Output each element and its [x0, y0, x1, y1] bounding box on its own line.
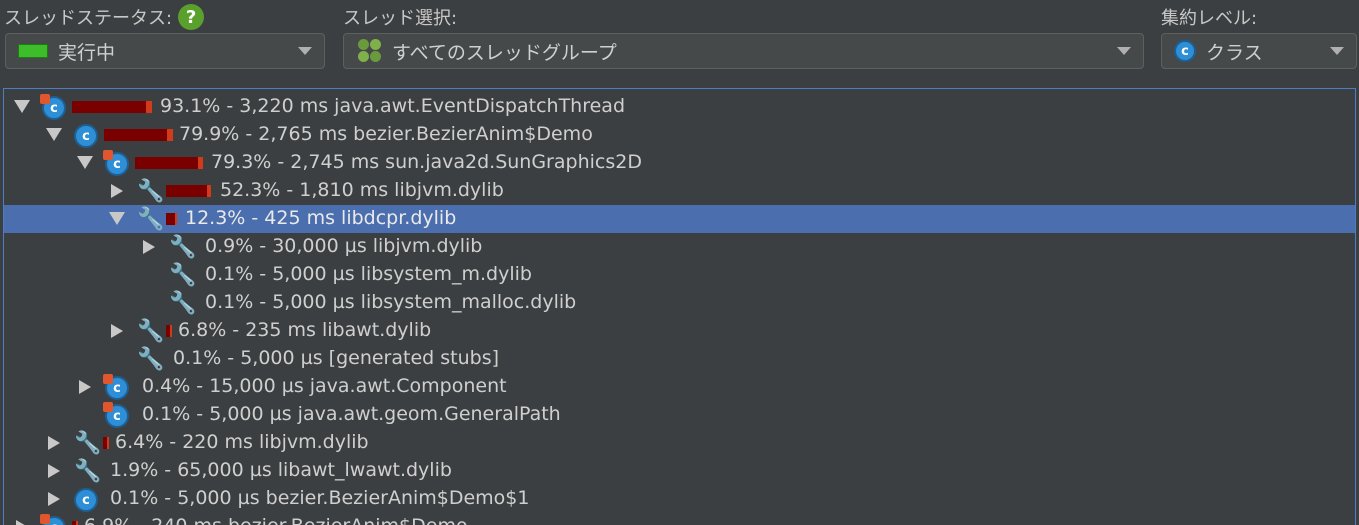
aggregation-level-label: 集約レベル:: [1161, 4, 1257, 30]
percent-bar: [166, 185, 211, 197]
thread-group-dropdown[interactable]: すべてのスレッドグループ: [343, 33, 1144, 69]
thread-status-dropdown[interactable]: 実行中: [5, 33, 325, 69]
thread-status-value: 実行中: [58, 41, 116, 64]
percent-bar: [166, 325, 172, 337]
class-icon: c: [103, 374, 129, 400]
thread-group-value: すべてのスレッドグループ: [392, 41, 617, 64]
node-label: 6.9% - 240 ms bezier.BezierAnim$Demo: [84, 515, 468, 525]
expand-toggle-icon[interactable]: [16, 520, 28, 525]
tree-node[interactable]: 🔧 0.1% - 5,000 µs libsystem_malloc.dylib: [4, 289, 1355, 317]
wrench-icon: 🔧: [169, 263, 197, 288]
node-label: 6.4% - 220 ms libjvm.dylib: [115, 431, 369, 453]
class-icon: c: [74, 124, 98, 148]
node-label: 79.3% - 2,745 ms sun.java2d.SunGraphics2…: [211, 151, 642, 173]
call-tree[interactable]: c 93.1% - 3,220 ms java.awt.EventDispatc…: [3, 88, 1356, 525]
running-status-icon: [18, 44, 48, 58]
thread-group-icon: [358, 39, 382, 63]
expand-toggle-icon[interactable]: [79, 380, 91, 394]
class-icon: c: [74, 488, 98, 512]
tree-node[interactable]: c 0.1% - 5,000 µs java.awt.geom.GeneralP…: [4, 401, 1355, 429]
percent-bar: [72, 521, 78, 525]
node-label: 1.9% - 65,000 µs libawt_lwawt.dylib: [110, 459, 452, 481]
help-icon[interactable]: ?: [178, 4, 205, 30]
chevron-down-icon: [298, 47, 312, 55]
percent-bar: [103, 437, 109, 449]
node-label: 0.1% - 5,000 µs java.awt.geom.GeneralPat…: [142, 403, 561, 425]
tree-node[interactable]: 🔧 0.1% - 5,000 µs [generated stubs]: [4, 345, 1355, 373]
tree-node[interactable]: c 6.9% - 240 ms bezier.BezierAnim$Demo: [4, 513, 1355, 525]
tree-node[interactable]: c 79.9% - 2,765 ms bezier.BezierAnim$Dem…: [4, 121, 1355, 149]
expand-toggle-icon[interactable]: [111, 324, 123, 338]
percent-bar: [135, 157, 203, 169]
node-label: 79.9% - 2,765 ms bezier.BezierAnim$Demo: [179, 123, 593, 145]
expand-toggle-icon[interactable]: [46, 128, 62, 141]
expand-toggle-icon[interactable]: [48, 436, 60, 450]
class-icon: c: [1174, 40, 1196, 62]
node-label: 0.1% - 5,000 µs bezier.BezierAnim$Demo$1: [110, 487, 530, 509]
expand-toggle-icon[interactable]: [111, 184, 123, 198]
chevron-down-icon: [1330, 47, 1344, 55]
thread-status-label-text: スレッドステータス:: [4, 8, 173, 29]
aggregation-level-value: クラス: [1206, 41, 1263, 64]
class-icon: c: [40, 514, 66, 525]
expand-toggle-icon[interactable]: [77, 156, 93, 169]
thread-select-label-text: スレッド選択:: [343, 8, 458, 29]
tree-node[interactable]: c 0.1% - 5,000 µs bezier.BezierAnim$Demo…: [4, 485, 1355, 513]
aggregation-level-dropdown[interactable]: c クラス: [1161, 33, 1357, 69]
expand-toggle-icon[interactable]: [48, 464, 60, 478]
node-label: 52.3% - 1,810 ms libjvm.dylib: [220, 179, 504, 201]
node-label: 0.1% - 5,000 µs libsystem_m.dylib: [205, 263, 532, 285]
thread-status-label: スレッドステータス: ?: [4, 4, 205, 30]
wrench-icon: 🔧: [74, 431, 102, 456]
chevron-down-icon: [1117, 47, 1131, 55]
wrench-icon: 🔧: [169, 235, 197, 260]
tree-node[interactable]: 🔧 0.1% - 5,000 µs libsystem_m.dylib: [4, 261, 1355, 289]
wrench-icon: 🔧: [169, 291, 197, 316]
wrench-icon: 🔧: [137, 179, 165, 204]
tree-node[interactable]: 🔧 52.3% - 1,810 ms libjvm.dylib: [4, 177, 1355, 205]
wrench-icon: 🔧: [74, 459, 102, 484]
node-label: 0.9% - 30,000 µs libjvm.dylib: [205, 235, 483, 257]
node-label: 12.3% - 425 ms libdcpr.dylib: [185, 207, 457, 229]
wrench-icon: 🔧: [137, 347, 165, 372]
expand-toggle-icon[interactable]: [14, 100, 30, 113]
expand-toggle-icon[interactable]: [143, 240, 155, 254]
node-label: 0.4% - 15,000 µs java.awt.Component: [142, 375, 507, 397]
tree-node[interactable]: c 79.3% - 2,745 ms sun.java2d.SunGraphic…: [4, 149, 1355, 177]
node-label: 6.8% - 235 ms libawt.dylib: [178, 319, 432, 341]
tree-node[interactable]: 🔧 6.8% - 235 ms libawt.dylib: [4, 317, 1355, 345]
expand-toggle-icon[interactable]: [109, 212, 125, 225]
wrench-icon: 🔧: [137, 207, 165, 232]
class-icon: c: [103, 150, 129, 176]
percent-bar: [166, 213, 177, 225]
tree-node[interactable]: 🔧 6.4% - 220 ms libjvm.dylib: [4, 429, 1355, 457]
node-label: 0.1% - 5,000 µs libsystem_malloc.dylib: [205, 291, 577, 313]
tree-node-selected[interactable]: 🔧 12.3% - 425 ms libdcpr.dylib: [4, 205, 1355, 233]
aggregation-level-label-text: 集約レベル:: [1161, 8, 1258, 29]
percent-bar: [72, 101, 152, 113]
tree-node[interactable]: c 93.1% - 3,220 ms java.awt.EventDispatc…: [4, 93, 1355, 121]
thread-select-label: スレッド選択:: [343, 4, 457, 30]
tree-node[interactable]: 🔧 1.9% - 65,000 µs libawt_lwawt.dylib: [4, 457, 1355, 485]
wrench-icon: 🔧: [137, 319, 165, 344]
node-label: 93.1% - 3,220 ms java.awt.EventDispatchT…: [160, 95, 626, 117]
tree-node[interactable]: 🔧 0.9% - 30,000 µs libjvm.dylib: [4, 233, 1355, 261]
expand-toggle-icon[interactable]: [48, 492, 60, 506]
node-label: 0.1% - 5,000 µs [generated stubs]: [173, 347, 500, 369]
class-icon: c: [40, 94, 66, 120]
tree-node[interactable]: c 0.4% - 15,000 µs java.awt.Component: [4, 373, 1355, 401]
percent-bar: [104, 129, 173, 141]
class-icon: c: [103, 402, 129, 428]
